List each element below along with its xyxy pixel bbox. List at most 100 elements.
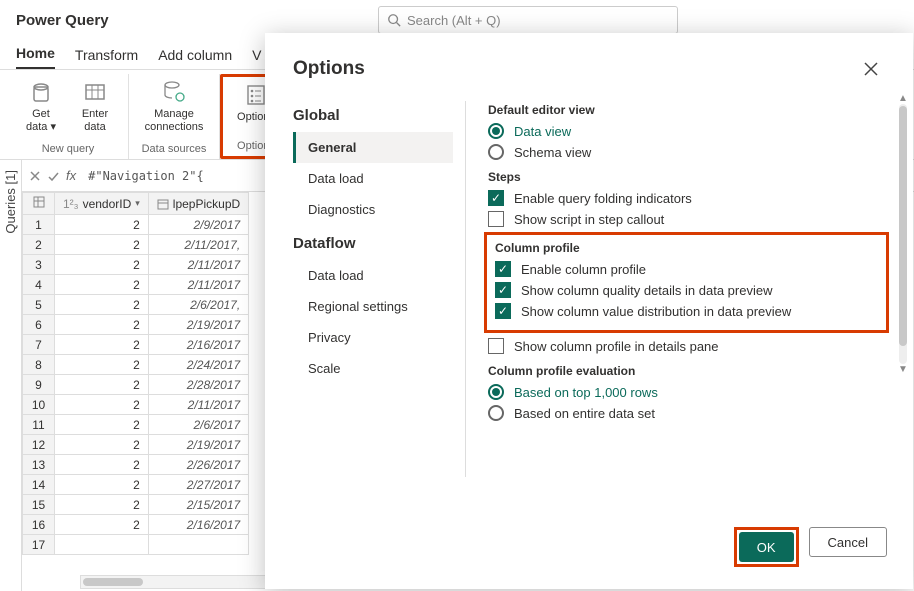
cell-vendorid[interactable]: 2: [55, 235, 149, 255]
cell-vendorid[interactable]: 2: [55, 295, 149, 315]
table-row[interactable]: 422/11/2017: [23, 275, 249, 295]
search-input[interactable]: Search (Alt + Q): [378, 6, 678, 34]
cell-vendorid[interactable]: 2: [55, 475, 149, 495]
cell-pickup[interactable]: 2/11/2017: [148, 395, 248, 415]
tab-add-column[interactable]: Add column: [158, 47, 232, 69]
cell-pickup[interactable]: 2/24/2017: [148, 355, 248, 375]
row-number[interactable]: 4: [23, 275, 55, 295]
row-number[interactable]: 10: [23, 395, 55, 415]
tab-home[interactable]: Home: [16, 45, 55, 69]
check-quality-preview[interactable]: Show column quality details in data prev…: [495, 282, 878, 298]
radio-top-1000[interactable]: Based on top 1,000 rows: [488, 384, 885, 400]
row-number[interactable]: 9: [23, 375, 55, 395]
cell-pickup[interactable]: 2/26/2017: [148, 455, 248, 475]
cell-vendorid[interactable]: 2: [55, 495, 149, 515]
navitem-diagnostics[interactable]: Diagnostics: [293, 194, 453, 225]
cell-pickup[interactable]: 2/19/2017: [148, 435, 248, 455]
table-row[interactable]: 722/16/2017: [23, 335, 249, 355]
get-data-button[interactable]: Get data ▾: [14, 74, 68, 141]
radio-data-view[interactable]: Data view: [488, 123, 885, 139]
cell-pickup[interactable]: 2/6/2017,: [148, 295, 248, 315]
table-row[interactable]: 17: [23, 535, 249, 555]
check-details-pane[interactable]: Show column profile in details pane: [488, 338, 885, 354]
ok-button[interactable]: OK: [739, 532, 794, 562]
row-number[interactable]: 13: [23, 455, 55, 475]
table-row[interactable]: 522/6/2017,: [23, 295, 249, 315]
cell-pickup[interactable]: 2/9/2017: [148, 215, 248, 235]
check-value-distribution[interactable]: Show column value distribution in data p…: [495, 303, 878, 319]
row-number[interactable]: 6: [23, 315, 55, 335]
row-number[interactable]: 3: [23, 255, 55, 275]
row-number[interactable]: 7: [23, 335, 55, 355]
table-row[interactable]: 622/19/2017: [23, 315, 249, 335]
cell-pickup[interactable]: 2/16/2017: [148, 515, 248, 535]
table-row[interactable]: 122/9/2017: [23, 215, 249, 235]
radio-entire-dataset[interactable]: Based on entire data set: [488, 405, 885, 421]
dialog-scrollbar[interactable]: ▲ ▼: [897, 93, 909, 393]
scroll-up-icon[interactable]: ▲: [897, 93, 909, 104]
row-number[interactable]: 2: [23, 235, 55, 255]
cell-vendorid[interactable]: 2: [55, 315, 149, 335]
row-number[interactable]: 5: [23, 295, 55, 315]
cell-vendorid[interactable]: 2: [55, 515, 149, 535]
commit-formula-icon[interactable]: [46, 169, 60, 183]
table-row[interactable]: 1022/11/2017: [23, 395, 249, 415]
table-row[interactable]: 1622/16/2017: [23, 515, 249, 535]
cell-vendorid[interactable]: 2: [55, 395, 149, 415]
row-number[interactable]: 15: [23, 495, 55, 515]
manage-connections-button[interactable]: Manage connections: [135, 74, 213, 141]
cell-vendorid[interactable]: 2: [55, 455, 149, 475]
table-row[interactable]: 1222/19/2017: [23, 435, 249, 455]
cell-pickup[interactable]: 2/15/2017: [148, 495, 248, 515]
row-number[interactable]: 8: [23, 355, 55, 375]
column-header-pickup[interactable]: lpepPickupD: [148, 193, 248, 215]
close-button[interactable]: [857, 55, 885, 83]
table-row[interactable]: 1522/15/2017: [23, 495, 249, 515]
cell-vendorid[interactable]: 2: [55, 415, 149, 435]
check-show-script[interactable]: Show script in step callout: [488, 211, 885, 227]
cell-vendorid[interactable]: 2: [55, 375, 149, 395]
table-row[interactable]: 1322/26/2017: [23, 455, 249, 475]
navitem-dataload-dataflow[interactable]: Data load: [293, 260, 453, 291]
table-row[interactable]: 822/24/2017: [23, 355, 249, 375]
table-row[interactable]: 1422/27/2017: [23, 475, 249, 495]
column-header-vendorid[interactable]: 1²₃vendorID▾: [55, 193, 149, 215]
cell-pickup[interactable]: 2/28/2017: [148, 375, 248, 395]
navitem-general[interactable]: General: [293, 132, 453, 163]
cancel-button[interactable]: Cancel: [809, 527, 887, 557]
cell-vendorid[interactable]: 2: [55, 435, 149, 455]
table-row[interactable]: 922/28/2017: [23, 375, 249, 395]
radio-schema-view[interactable]: Schema view: [488, 144, 885, 160]
queries-panel-toggle[interactable]: Queries [1]: [0, 160, 22, 591]
cell-vendorid[interactable]: 2: [55, 255, 149, 275]
row-number[interactable]: 16: [23, 515, 55, 535]
cell-vendorid[interactable]: [55, 535, 149, 555]
cell-pickup[interactable]: 2/11/2017: [148, 275, 248, 295]
navitem-privacy[interactable]: Privacy: [293, 322, 453, 353]
cell-vendorid[interactable]: 2: [55, 355, 149, 375]
cell-vendorid[interactable]: 2: [55, 215, 149, 235]
row-number[interactable]: 1: [23, 215, 55, 235]
cell-vendorid[interactable]: 2: [55, 335, 149, 355]
navitem-regional[interactable]: Regional settings: [293, 291, 453, 322]
row-number[interactable]: 17: [23, 535, 55, 555]
navitem-scale[interactable]: Scale: [293, 353, 453, 384]
cell-vendorid[interactable]: 2: [55, 275, 149, 295]
cell-pickup[interactable]: 2/19/2017: [148, 315, 248, 335]
cell-pickup[interactable]: [148, 535, 248, 555]
chevron-down-icon[interactable]: ▾: [135, 198, 140, 209]
row-number[interactable]: 12: [23, 435, 55, 455]
cell-pickup[interactable]: 2/11/2017,: [148, 235, 248, 255]
table-corner[interactable]: [23, 193, 55, 215]
scroll-down-icon[interactable]: ▼: [897, 364, 909, 375]
check-enable-profile[interactable]: Enable column profile: [495, 261, 878, 277]
table-row[interactable]: 1122/6/2017: [23, 415, 249, 435]
row-number[interactable]: 11: [23, 415, 55, 435]
cancel-formula-icon[interactable]: [28, 169, 42, 183]
check-query-folding[interactable]: Enable query folding indicators: [488, 190, 885, 206]
table-row[interactable]: 322/11/2017: [23, 255, 249, 275]
cell-pickup[interactable]: 2/16/2017: [148, 335, 248, 355]
tab-view[interactable]: V: [252, 47, 261, 69]
navitem-dataload-global[interactable]: Data load: [293, 163, 453, 194]
row-number[interactable]: 14: [23, 475, 55, 495]
